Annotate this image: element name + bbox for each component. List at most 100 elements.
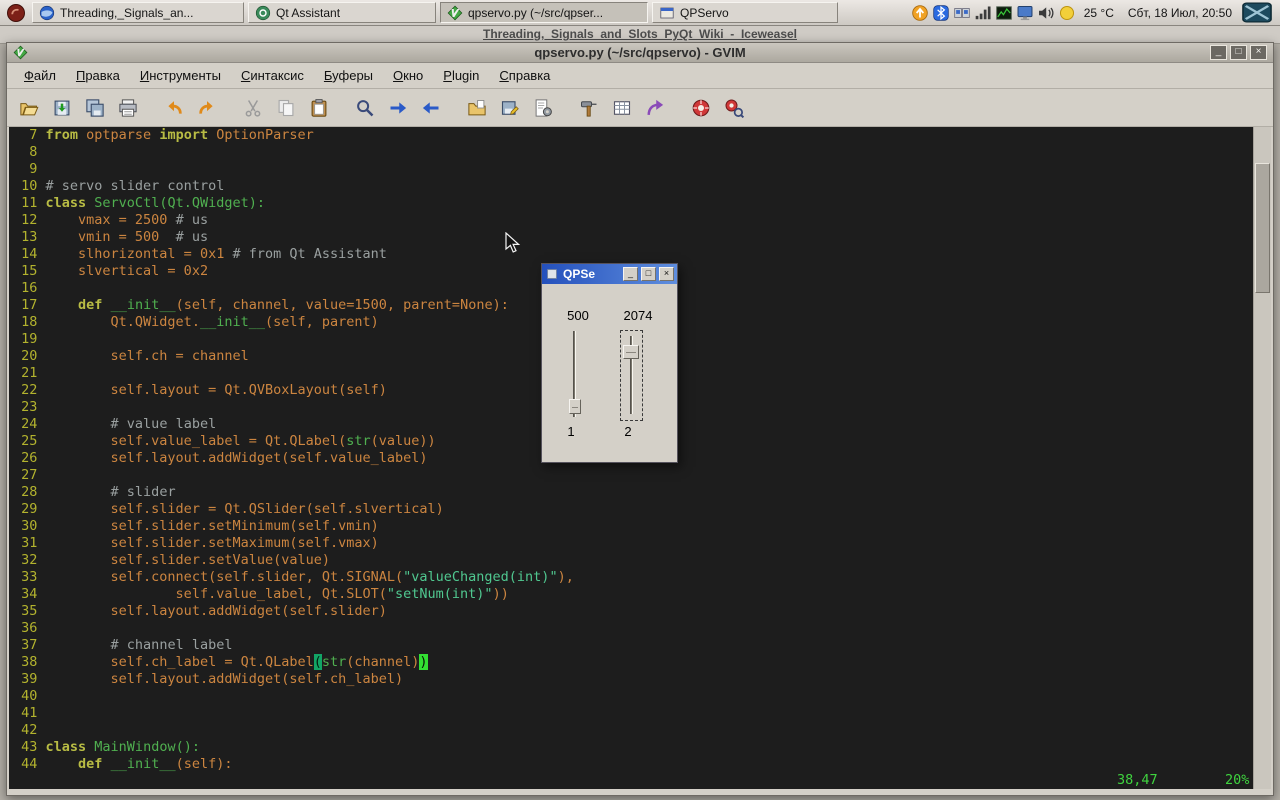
print-icon	[118, 98, 138, 118]
line-number: 21	[13, 365, 46, 381]
code-line-41: 41	[13, 705, 1253, 722]
save-icon	[52, 98, 72, 118]
menu-item-8[interactable]: Справка	[490, 65, 559, 86]
toolbar-copy-button[interactable]	[272, 94, 300, 122]
toolbar-group	[575, 94, 669, 122]
code-line-43: 43 class MainWindow():	[13, 739, 1253, 756]
toolbar-group	[351, 94, 445, 122]
mouse-cursor	[505, 232, 525, 259]
line-number: 43	[13, 739, 46, 755]
toolbar-save-session-button[interactable]	[496, 94, 524, 122]
menu-item-2[interactable]: Правка	[67, 65, 129, 86]
vim-icon	[447, 5, 463, 21]
gvim-close-button[interactable]: ×	[1250, 45, 1267, 60]
taskbar-button-1[interactable]: Threading,_Signals_an...	[32, 2, 244, 23]
line-number: 12	[13, 212, 46, 228]
menu-item-1[interactable]: Файл	[15, 65, 65, 86]
cpu-graph-icon[interactable]	[995, 4, 1013, 22]
toolbar-print-button[interactable]	[114, 94, 142, 122]
find-next-icon	[388, 98, 408, 118]
toolbar-load-session-button[interactable]	[463, 94, 491, 122]
scrollbar-thumb[interactable]	[1255, 163, 1270, 293]
qpservo-titlebar[interactable]: QPSe _□×	[542, 264, 677, 284]
toolbar-open-button[interactable]	[15, 94, 43, 122]
gvim-window-title: qpservo.py (~/src/qpservo) - GVIM	[7, 45, 1273, 60]
line-number: 17	[13, 297, 46, 313]
toolbar-undo-button[interactable]	[160, 94, 188, 122]
line-number: 39	[13, 671, 46, 687]
menu-item-7[interactable]: Plugin	[434, 65, 488, 86]
run-script-icon	[533, 98, 553, 118]
launcher-icon[interactable]	[4, 2, 28, 24]
gvim-minimize-button[interactable]: _	[1210, 45, 1227, 60]
toolbar-tag-jump-button[interactable]	[641, 94, 669, 122]
update-icon[interactable]	[911, 4, 929, 22]
toolbar-paste-button[interactable]	[305, 94, 333, 122]
desktop: Threading,_Signals_and_Slots_PyQt_Wiki_-…	[0, 0, 1280, 800]
copy-icon	[276, 98, 296, 118]
vertical-scrollbar[interactable]	[1253, 127, 1271, 789]
line-number: 26	[13, 450, 46, 466]
line-number: 25	[13, 433, 46, 449]
qpservo-window-icon	[545, 267, 559, 281]
line-number: 31	[13, 535, 46, 551]
find-icon	[355, 98, 375, 118]
line-number: 20	[13, 348, 46, 364]
network-icon[interactable]	[953, 4, 971, 22]
qpservo-minimize-button[interactable]: _	[623, 267, 638, 281]
qpservo-close-button[interactable]: ×	[659, 267, 674, 281]
toolbar-make-button[interactable]	[575, 94, 603, 122]
toolbar-save-button[interactable]	[48, 94, 76, 122]
toolbar-find-prev-button[interactable]	[417, 94, 445, 122]
taskbar-button-3[interactable]: qpservo.py (~/src/qpser...	[440, 2, 648, 23]
menu-item-4[interactable]: Синтаксис	[232, 65, 313, 86]
code-line-36: 36	[13, 620, 1253, 637]
code-line-9: 9	[13, 161, 1253, 178]
code-line-7: 7 from optparse import OptionParser	[13, 127, 1253, 144]
signal-bars-icon[interactable]	[974, 4, 992, 22]
qpservo-window: QPSe _□× 500 2074 1 2	[541, 263, 678, 463]
help-icon	[691, 98, 711, 118]
taskbar-button-4[interactable]: QPServo	[652, 2, 838, 23]
slider2-handle[interactable]	[623, 345, 639, 359]
line-number: 9	[13, 161, 46, 177]
line-number: 40	[13, 688, 46, 704]
line-number: 35	[13, 603, 46, 619]
toolbar-ctags-button[interactable]	[608, 94, 636, 122]
save-all-icon	[85, 98, 105, 118]
toolbar-help-button[interactable]	[687, 94, 715, 122]
qpservo-maximize-button[interactable]: □	[641, 267, 656, 281]
menu-item-3[interactable]: Инструменты	[131, 65, 230, 86]
gvim-menubar: ФайлПравкаИнструментыСинтаксисБуферыОкно…	[7, 63, 1273, 89]
menu-item-6[interactable]: Окно	[384, 65, 432, 86]
keyboard-layout-icon[interactable]	[1242, 2, 1272, 23]
toolbar-cut-button[interactable]	[239, 94, 267, 122]
menu-item-5[interactable]: Буферы	[315, 65, 382, 86]
code-line-27: 27	[13, 467, 1253, 484]
toolbar-redo-button[interactable]	[193, 94, 221, 122]
bluetooth-icon[interactable]	[932, 4, 950, 22]
line-number: 27	[13, 467, 46, 483]
line-number: 15	[13, 263, 46, 279]
code-line-39: 39 self.layout.addWidget(self.ch_label)	[13, 671, 1253, 688]
toolbar-group	[160, 94, 221, 122]
toolbar-run-script-button[interactable]	[529, 94, 557, 122]
slider1-handle[interactable]	[569, 399, 581, 414]
line-number: 32	[13, 552, 46, 568]
line-number: 44	[13, 756, 46, 772]
line-number: 38	[13, 654, 46, 670]
toolbar-find-button[interactable]	[351, 94, 379, 122]
taskbar-button-2[interactable]: Qt Assistant	[248, 2, 436, 23]
slider1-channel-label: 1	[556, 424, 586, 439]
line-number: 14	[13, 246, 46, 262]
toolbar-save-all-button[interactable]	[81, 94, 109, 122]
gvim-maximize-button[interactable]: □	[1230, 45, 1247, 60]
load-session-icon	[467, 98, 487, 118]
weather-icon[interactable]	[1058, 4, 1076, 22]
code-line-11: 11 class ServoCtl(Qt.QWidget):	[13, 195, 1253, 212]
volume-icon[interactable]	[1037, 4, 1055, 22]
display-icon[interactable]	[1016, 4, 1034, 22]
toolbar-find-help-button[interactable]	[720, 94, 748, 122]
toolbar-find-next-button[interactable]	[384, 94, 412, 122]
gvim-titlebar[interactable]: qpservo.py (~/src/qpservo) - GVIM _□×	[7, 43, 1273, 63]
